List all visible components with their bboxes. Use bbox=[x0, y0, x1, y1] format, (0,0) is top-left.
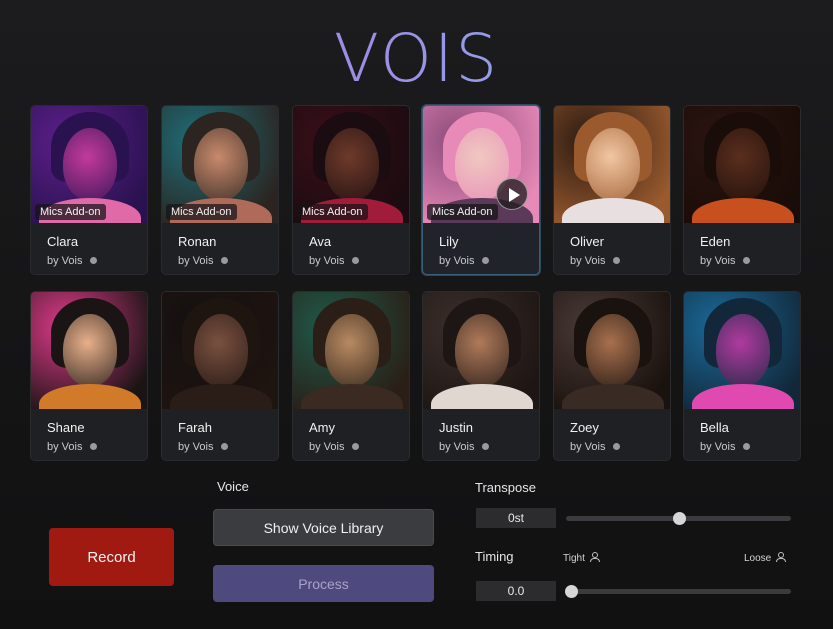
voice-portrait bbox=[554, 106, 670, 223]
tight-label: Tight bbox=[563, 552, 600, 564]
record-button[interactable]: Record bbox=[49, 528, 174, 586]
voice-portrait: Mics Add-on bbox=[423, 106, 539, 223]
verified-icon bbox=[221, 257, 229, 264]
voice-portrait bbox=[31, 292, 147, 409]
voice-card[interactable]: Shane by Vois bbox=[30, 291, 148, 461]
voice-card[interactable]: Mics Add-on Clara by Vois bbox=[30, 105, 148, 275]
voice-card[interactable]: Justin by Vois bbox=[422, 291, 540, 461]
verified-icon bbox=[221, 443, 229, 450]
voice-name: Lily bbox=[439, 234, 459, 249]
verified-icon bbox=[352, 257, 360, 264]
transpose-slider[interactable] bbox=[566, 512, 791, 525]
verified-icon bbox=[90, 443, 98, 450]
voice-name: Zoey bbox=[570, 420, 599, 435]
voice-name: Shane bbox=[47, 420, 85, 435]
voice-name: Farah bbox=[178, 420, 212, 435]
verified-icon bbox=[743, 443, 751, 450]
process-button[interactable]: Process bbox=[213, 565, 434, 602]
timing-slider-knob[interactable] bbox=[564, 585, 578, 598]
tight-text: Tight bbox=[563, 553, 585, 564]
voice-name: Ava bbox=[309, 234, 332, 249]
voice-card[interactable]: Oliver by Vois bbox=[553, 105, 671, 275]
voice-author: by Vois bbox=[700, 255, 751, 267]
timing-label: Timing bbox=[475, 549, 514, 564]
voice-card[interactable]: Bella by Vois bbox=[683, 291, 801, 461]
person-icon bbox=[589, 552, 600, 562]
loose-label: Loose bbox=[744, 552, 787, 564]
mics-addon-badge: Mics Add-on bbox=[35, 204, 106, 220]
voice-portrait bbox=[423, 292, 539, 409]
voice-portrait bbox=[293, 292, 409, 409]
voice-portrait: Mics Add-on bbox=[293, 106, 409, 223]
voice-card[interactable]: Mics Add-on Ronan by Vois bbox=[161, 105, 279, 275]
voice-author: by Vois bbox=[700, 441, 751, 453]
verified-icon bbox=[90, 257, 98, 264]
voice-name: Bella bbox=[700, 420, 729, 435]
voice-author: by Vois bbox=[439, 441, 490, 453]
voice-author: by Vois bbox=[439, 255, 490, 267]
voice-author: by Vois bbox=[47, 255, 98, 267]
voice-author: by Vois bbox=[570, 255, 621, 267]
voice-portrait: Mics Add-on bbox=[31, 106, 147, 223]
voice-author: by Vois bbox=[178, 441, 229, 453]
play-icon[interactable] bbox=[496, 178, 528, 210]
timing-value[interactable]: 0.0 bbox=[476, 581, 556, 601]
show-voice-library-button[interactable]: Show Voice Library bbox=[213, 509, 434, 546]
transpose-slider-knob[interactable] bbox=[672, 512, 686, 525]
verified-icon bbox=[482, 443, 490, 450]
voice-portrait: Mics Add-on bbox=[162, 106, 278, 223]
voice-card[interactable]: Amy by Vois bbox=[292, 291, 410, 461]
verified-icon bbox=[613, 257, 621, 264]
voice-name: Ronan bbox=[178, 234, 217, 249]
voice-card[interactable]: Mics Add-on Ava by Vois bbox=[292, 105, 410, 275]
verified-icon bbox=[482, 257, 490, 264]
voice-label: Voice bbox=[217, 479, 249, 494]
voice-author: by Vois bbox=[47, 441, 98, 453]
voice-name: Oliver bbox=[570, 234, 604, 249]
voice-author: by Vois bbox=[570, 441, 621, 453]
voice-card[interactable]: Eden by Vois bbox=[683, 105, 801, 275]
verified-icon bbox=[352, 443, 360, 450]
voice-card[interactable]: Mics Add-on Lily by Vois bbox=[422, 105, 540, 275]
voice-portrait bbox=[684, 292, 800, 409]
voice-name: Clara bbox=[47, 234, 79, 249]
timing-slider[interactable] bbox=[564, 585, 791, 598]
mics-addon-badge: Mics Add-on bbox=[427, 204, 498, 220]
voice-author: by Vois bbox=[309, 441, 360, 453]
voice-author: by Vois bbox=[309, 255, 360, 267]
voice-portrait bbox=[162, 292, 278, 409]
app-logo: VOIS bbox=[0, 24, 833, 94]
voice-card[interactable]: Farah by Vois bbox=[161, 291, 279, 461]
verified-icon bbox=[743, 257, 751, 264]
voice-name: Justin bbox=[439, 420, 473, 435]
voice-card[interactable]: Zoey by Vois bbox=[553, 291, 671, 461]
voice-portrait bbox=[554, 292, 670, 409]
voice-name: Amy bbox=[309, 420, 335, 435]
mics-addon-badge: Mics Add-on bbox=[297, 204, 368, 220]
transpose-label: Transpose bbox=[475, 480, 536, 495]
mics-addon-badge: Mics Add-on bbox=[166, 204, 237, 220]
voice-author: by Vois bbox=[178, 255, 229, 267]
transpose-value[interactable]: 0st bbox=[476, 508, 556, 528]
people-icon bbox=[775, 552, 787, 562]
loose-text: Loose bbox=[744, 553, 772, 564]
voice-name: Eden bbox=[700, 234, 731, 249]
verified-icon bbox=[613, 443, 621, 450]
voice-portrait bbox=[684, 106, 800, 223]
